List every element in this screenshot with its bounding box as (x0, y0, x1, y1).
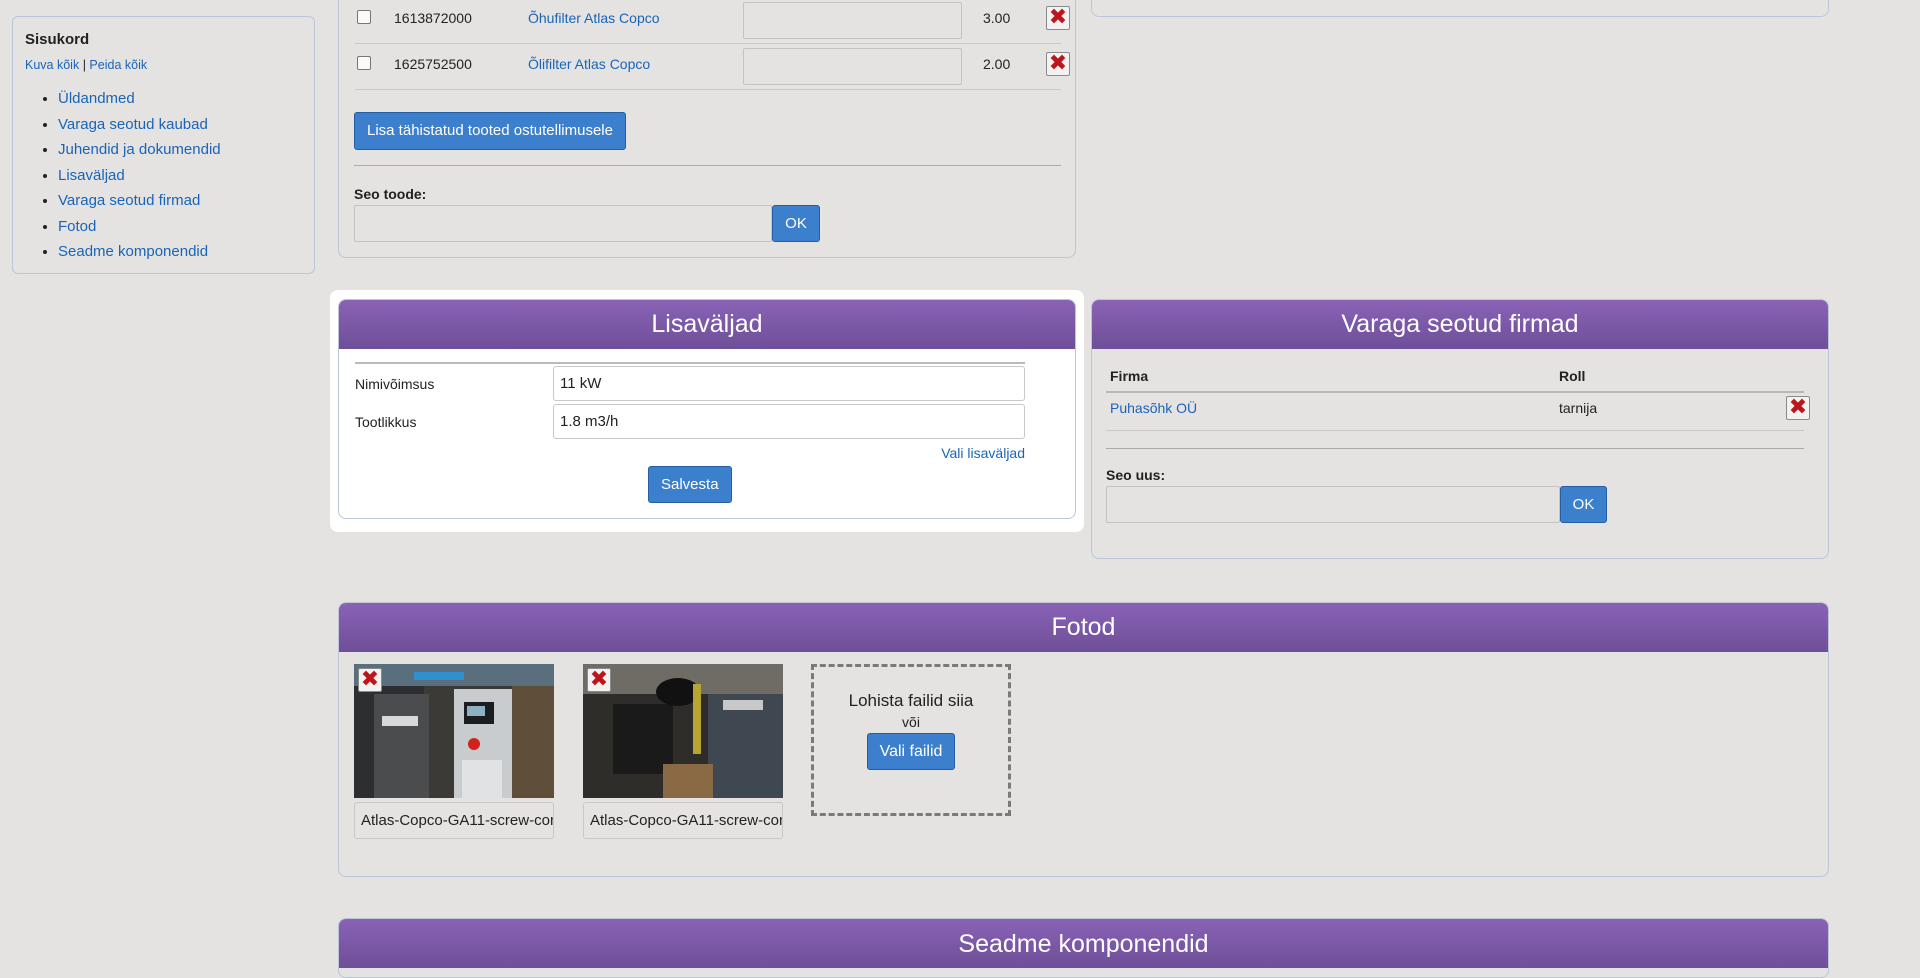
toc-link-kaubad[interactable]: Varaga seotud kaubad (58, 116, 208, 133)
documents-panel (1091, 0, 1829, 17)
photo-caption-input[interactable]: Atlas-Copco-GA11-screw-compressor-1.jpg (354, 802, 554, 839)
product-amount: 3.00 (983, 10, 1011, 26)
delete-photo-button[interactable]: ✖ (358, 668, 382, 692)
firm-name-link[interactable]: Puhasõhk OÜ (1110, 400, 1197, 416)
table-header-line (1106, 391, 1804, 393)
toc-list: Üldandmed Varaga seotud kaubad Juhendid … (25, 86, 302, 265)
drop-zone-text: Lohista failid siia (848, 691, 974, 710)
toc-link-firmad[interactable]: Varaga seotud firmad (58, 192, 200, 209)
toc-link-uldandmed[interactable]: Üldandmed (58, 90, 135, 107)
components-panel: Seadme komponendid (338, 918, 1829, 978)
delete-product-button[interactable]: ✖ (1046, 52, 1070, 76)
components-title: Seadme komponendid (339, 919, 1828, 968)
link-firm-input[interactable] (1106, 486, 1560, 523)
product-qty-input[interactable] (743, 2, 962, 39)
toc-link-komponendid[interactable]: Seadme komponendid (58, 243, 208, 260)
related-products-panel: 1613872000 Õhufilter Atlas Copco 3.00 ✖ … (338, 0, 1076, 258)
toc-item-juhendid: Juhendid ja dokumendid (58, 137, 302, 163)
product-qty-input[interactable] (743, 48, 962, 85)
choose-extra-fields-link[interactable]: Vali lisaväljad (941, 445, 1025, 461)
field-input-tootlikkus[interactable]: 1.8 m3/h (553, 404, 1025, 439)
toc-item-firmad: Varaga seotud firmad (58, 188, 302, 214)
drop-zone-or-text: või (902, 714, 920, 730)
link-product-ok-button[interactable]: OK (772, 205, 820, 242)
field-input-nimivoimsus[interactable]: 11 kW (553, 366, 1025, 401)
extra-fields-panel: Lisaväljad Nimivõimsus 11 kW Tootlikkus … (338, 299, 1076, 519)
toc-link-juhendid[interactable]: Juhendid ja dokumendid (58, 141, 221, 158)
product-name-link[interactable]: Õhufilter Atlas Copco (528, 10, 660, 26)
photos-title: Fotod (339, 603, 1828, 652)
link-product-input[interactable] (354, 205, 772, 242)
divider (1106, 448, 1804, 449)
file-drop-zone[interactable]: Lohista failid siia või Vali failid (811, 664, 1011, 816)
related-firms-title: Varaga seotud firmad (1092, 300, 1828, 349)
toc-link-fotod[interactable]: Fotod (58, 218, 96, 235)
photo-thumbnail-1[interactable]: ✖ (354, 664, 554, 798)
close-x-icon: ✖ (1048, 5, 1068, 30)
product-row: 1613872000 Õhufilter Atlas Copco 3.00 ✖ (355, 0, 1070, 44)
product-code: 1625752500 (394, 56, 472, 72)
toc-item-lisavaljad: Lisaväljad (58, 163, 302, 189)
toc-toggle-links: Kuva kõik | Peida kõik (25, 58, 302, 72)
link-product-label: Seo toode: (354, 186, 427, 202)
close-x-icon: ✖ (1048, 51, 1068, 76)
product-code: 1613872000 (394, 10, 472, 26)
add-to-purchase-order-button[interactable]: Lisa tähistatud tooted ostutellimusele (354, 112, 626, 150)
field-label-nimivoimsus: Nimivõimsus (355, 376, 435, 392)
photo-caption-input[interactable]: Atlas-Copco-GA11-screw-compressor-2.jpg (583, 802, 783, 839)
delete-firm-button[interactable]: ✖ (1786, 396, 1810, 420)
product-amount: 2.00 (983, 56, 1011, 72)
link-firm-label: Seo uus: (1106, 467, 1166, 483)
photos-panel: Fotod ✖ Atlas-Copco-GA11-screw-compresso… (338, 602, 1829, 877)
toc-link-lisavaljad[interactable]: Lisaväljad (58, 167, 125, 184)
related-firms-panel: Varaga seotud firmad Firma Roll Puhasõhk… (1091, 299, 1829, 559)
link-firm-ok-button[interactable]: OK (1560, 486, 1607, 523)
divider (354, 165, 1061, 166)
compressor-photo-image (354, 664, 554, 798)
product-row: 1625752500 Õlifilter Atlas Copco 2.00 ✖ (355, 44, 1070, 90)
field-label-tootlikkus: Tootlikkus (355, 414, 417, 430)
firm-role: tarnija (1559, 400, 1598, 416)
extra-fields-title: Lisaväljad (339, 300, 1075, 349)
compressor-photo-image (583, 664, 783, 798)
close-x-icon: ✖ (589, 667, 609, 692)
product-name-link[interactable]: Õlifilter Atlas Copco (528, 56, 650, 72)
product-select-checkbox[interactable] (357, 56, 371, 70)
toc-title: Sisukord (25, 31, 90, 48)
divider (355, 362, 1025, 364)
close-x-icon: ✖ (1788, 395, 1808, 420)
delete-photo-button[interactable]: ✖ (587, 668, 611, 692)
table-row-line (1106, 430, 1804, 431)
show-all-link[interactable]: Kuva kõik (25, 58, 79, 72)
hide-all-link[interactable]: Peida kõik (89, 58, 147, 72)
toc-item-uldandmed: Üldandmed (58, 86, 302, 112)
column-header-firm: Firma (1110, 368, 1149, 384)
toc-separator: | (82, 58, 86, 72)
toc-item-komponendid: Seadme komponendid (58, 239, 302, 265)
choose-files-button[interactable]: Vali failid (866, 733, 956, 770)
photo-thumbnail-2[interactable]: ✖ (583, 664, 783, 798)
delete-product-button[interactable]: ✖ (1046, 6, 1070, 30)
product-select-checkbox[interactable] (357, 10, 371, 24)
toc-sidebar: Sisukord Kuva kõik | Peida kõik Üldandme… (12, 16, 315, 274)
save-button[interactable]: Salvesta (648, 466, 732, 503)
toc-item-kaubad: Varaga seotud kaubad (58, 112, 302, 138)
toc-item-fotod: Fotod (58, 214, 302, 240)
close-x-icon: ✖ (360, 667, 380, 692)
column-header-role: Roll (1559, 368, 1586, 384)
